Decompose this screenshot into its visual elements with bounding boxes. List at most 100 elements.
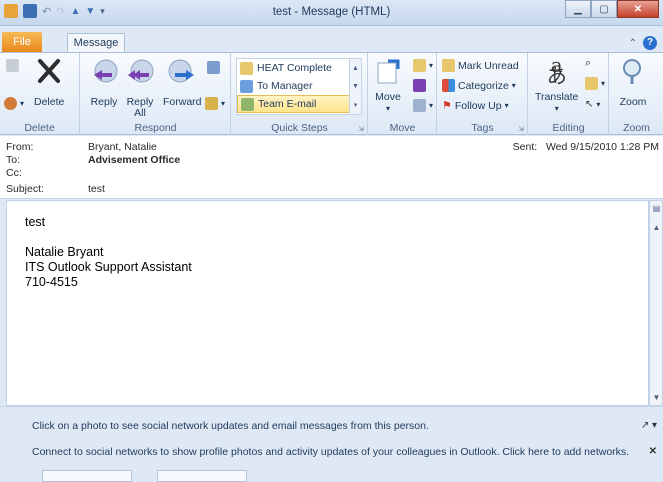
dialog-launcher-icon[interactable]: ⇲ xyxy=(358,125,364,133)
mark-unread-button[interactable]: Mark Unread xyxy=(442,59,519,72)
group-label-tags: Tags xyxy=(471,122,494,134)
tab-message[interactable]: Message xyxy=(67,33,125,53)
translate-label: Translate xyxy=(535,91,579,103)
team-email-icon xyxy=(241,97,254,111)
to-label: To: xyxy=(6,154,21,166)
minimize-button[interactable]: ▁ xyxy=(565,0,591,18)
group-label-respond: Respond xyxy=(134,122,177,134)
dropdown-arrow-icon: ▾ xyxy=(20,99,25,108)
quick-step-to-manager[interactable]: To Manager xyxy=(237,77,361,95)
minimize-ribbon-icon[interactable]: ⌃ xyxy=(629,38,637,49)
mark-unread-label: Mark Unread xyxy=(458,59,519,72)
forward-label: Forward xyxy=(163,96,202,108)
forward-button[interactable]: Forward xyxy=(163,57,202,108)
follow-up-button[interactable]: ⚑ Follow Up ▾ xyxy=(442,99,509,113)
title-bar: ↶ ↷ ▲ ▼ ▾ test - Message (HTML) ▁ ▢ ✕ xyxy=(0,0,663,26)
group-tags: Mark Unread Categorize ▾ ⚑ Follow Up ▾ T… xyxy=(438,53,528,135)
maximize-button[interactable]: ▢ xyxy=(591,0,617,18)
close-button[interactable]: ✕ xyxy=(617,0,659,18)
group-label-zoom: Zoom xyxy=(623,122,650,134)
rules-icon xyxy=(413,59,426,72)
dropdown-arrow-icon: ▾ xyxy=(385,104,390,113)
cursor-icon: ↖ xyxy=(585,99,594,110)
rules-button[interactable]: ▾ xyxy=(413,59,433,72)
ribbon: ▾ Delete Delete Reply Reply All Forward … xyxy=(0,52,663,135)
sent-label: Sent: xyxy=(512,141,538,153)
flag-icon: ⚑ xyxy=(442,100,452,112)
ignore-button[interactable] xyxy=(6,59,19,72)
dialog-launcher-icon[interactable]: ⇲ xyxy=(518,125,524,133)
dropdown-arrow-icon: ▾ xyxy=(601,79,606,88)
categorize-button[interactable]: Categorize ▾ xyxy=(442,79,516,92)
from-value[interactable]: Bryant, Natalie xyxy=(88,141,157,153)
group-zoom: Zoom Zoom xyxy=(610,53,663,135)
people-pane: Click on a photo to see social network u… xyxy=(0,414,663,482)
dropdown-arrow-icon: ▾ xyxy=(221,99,226,108)
onenote-button[interactable] xyxy=(413,79,426,92)
group-move: Move ▾ ▾ ▾ Move xyxy=(369,53,437,135)
reply-all-label-2: All xyxy=(134,107,146,119)
categorize-icon xyxy=(442,79,455,92)
related-icon xyxy=(585,77,598,90)
add-networks-link[interactable]: Connect to social networks to show profi… xyxy=(32,446,629,458)
signature-title: ITS Outlook Support Assistant xyxy=(25,260,192,274)
forward-small-icon xyxy=(240,79,253,93)
help-icon[interactable]: ? xyxy=(643,36,657,50)
meeting-button[interactable] xyxy=(207,61,220,74)
group-label-quick-steps: Quick Steps xyxy=(271,122,328,134)
move-button[interactable]: Move ▾ xyxy=(373,57,403,114)
dropdown-arrow-icon: ▾ xyxy=(554,104,559,113)
actions-button[interactable]: ▾ xyxy=(413,99,433,112)
person-photo-placeholder[interactable] xyxy=(42,470,132,482)
move-label: Move xyxy=(375,91,401,103)
delete-button[interactable]: Delete xyxy=(34,57,64,108)
scroll-down-icon[interactable]: ▼ xyxy=(352,83,359,90)
categorize-label: Categorize xyxy=(458,79,509,92)
envelope-icon xyxy=(442,59,455,72)
reply-icon xyxy=(89,57,119,85)
ribbon-tabs: File Message ⌃ ? xyxy=(0,26,663,53)
actions-icon xyxy=(413,99,426,112)
dropdown-arrow-icon: ▾ xyxy=(596,100,601,109)
quick-steps-scroll[interactable]: ▲ ▼ ▾ xyxy=(349,59,361,114)
scroll-up-icon[interactable]: ▲ xyxy=(352,65,359,72)
message-body[interactable]: test Natalie Bryant ITS Outlook Support … xyxy=(6,200,649,406)
subject-value: test xyxy=(88,183,105,195)
select-button[interactable]: ↖ ▾ xyxy=(585,99,600,110)
quick-step-label: HEAT Complete xyxy=(257,62,332,74)
person-photo-placeholder[interactable] xyxy=(157,470,247,482)
magnifier-icon xyxy=(618,57,648,85)
more-icon xyxy=(205,97,218,110)
zoom-label: Zoom xyxy=(619,96,647,108)
zoom-button[interactable]: Zoom xyxy=(618,57,648,108)
delete-label: Delete xyxy=(34,96,65,108)
expand-gallery-icon[interactable]: ▾ xyxy=(354,101,358,109)
find-button[interactable]: ⌕ xyxy=(585,57,591,70)
tab-file[interactable]: File xyxy=(2,32,42,52)
binoculars-icon: ⌕ xyxy=(585,57,592,69)
scroll-down-icon[interactable]: ▼ xyxy=(652,393,661,402)
body-scrollbar[interactable]: ▤ ▲ ▼ xyxy=(649,200,663,406)
junk-person-icon xyxy=(4,97,17,110)
quick-step-label: Team E-mail xyxy=(258,98,317,110)
reply-button[interactable]: Reply xyxy=(89,57,119,108)
quick-step-heat-complete[interactable]: HEAT Complete xyxy=(237,59,361,77)
junk-button[interactable]: ▾ xyxy=(4,97,24,110)
scroll-up-icon[interactable]: ▲ xyxy=(652,223,661,232)
expand-pane-icon[interactable]: ↗ ▾ xyxy=(641,420,657,431)
translate-button[interactable]: aあ Translate ▾ xyxy=(535,55,579,114)
quick-step-team-email[interactable]: Team E-mail xyxy=(237,95,361,113)
signature-phone: 710-4515 xyxy=(25,275,78,289)
close-bar-icon[interactable]: ✕ xyxy=(649,446,657,457)
from-label: From: xyxy=(6,141,34,153)
more-respond-button[interactable]: ▾ xyxy=(205,97,225,110)
reply-all-button[interactable]: Reply All xyxy=(125,57,155,119)
delete-x-icon xyxy=(34,57,64,85)
people-pane-splitter[interactable] xyxy=(0,406,663,414)
meeting-icon xyxy=(207,61,220,74)
to-value[interactable]: Advisement Office xyxy=(88,154,180,166)
split-icon[interactable]: ▤ xyxy=(652,204,661,213)
related-button[interactable]: ▾ xyxy=(585,77,605,90)
quick-step-icon xyxy=(240,61,253,75)
ignore-icon xyxy=(6,59,19,72)
